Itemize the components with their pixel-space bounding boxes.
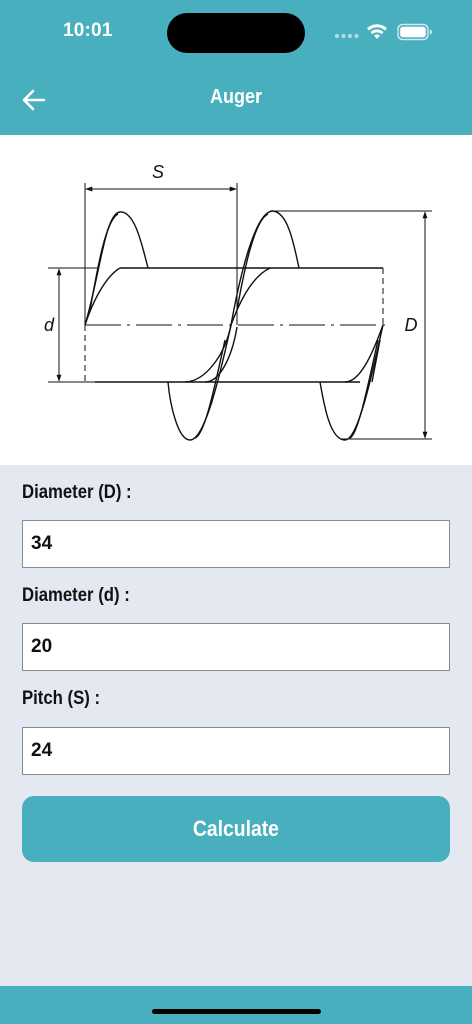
battery-icon xyxy=(397,23,432,41)
cellular-signal-icon xyxy=(334,33,359,39)
app-header: 10:01 Auger xyxy=(0,0,472,135)
diameter-d-input[interactable] xyxy=(22,623,450,671)
home-indicator[interactable] xyxy=(152,1009,321,1014)
pitch-S-label: Pitch (S) : xyxy=(22,688,101,709)
pitch-S-input[interactable] xyxy=(22,727,450,775)
diameter-D-input[interactable] xyxy=(22,520,450,568)
auger-diagram: S d D xyxy=(0,135,472,465)
calculate-button-label: Calculate xyxy=(192,816,280,841)
diameter-D-label: Diameter (D) : xyxy=(22,482,132,503)
bottom-bar xyxy=(0,986,472,1024)
dynamic-island xyxy=(167,13,305,53)
outer-diameter-label-D: D xyxy=(405,315,418,335)
calculate-button[interactable]: Calculate xyxy=(22,796,450,862)
auger-drawing: S d D xyxy=(44,162,432,441)
page-title: Auger xyxy=(209,86,263,108)
status-time: 10:01 xyxy=(63,20,113,41)
diameter-d-label: Diameter (d) : xyxy=(22,585,130,606)
wifi-icon xyxy=(367,24,387,39)
pitch-label-S: S xyxy=(152,162,164,182)
inner-diameter-label-d: d xyxy=(44,315,55,335)
